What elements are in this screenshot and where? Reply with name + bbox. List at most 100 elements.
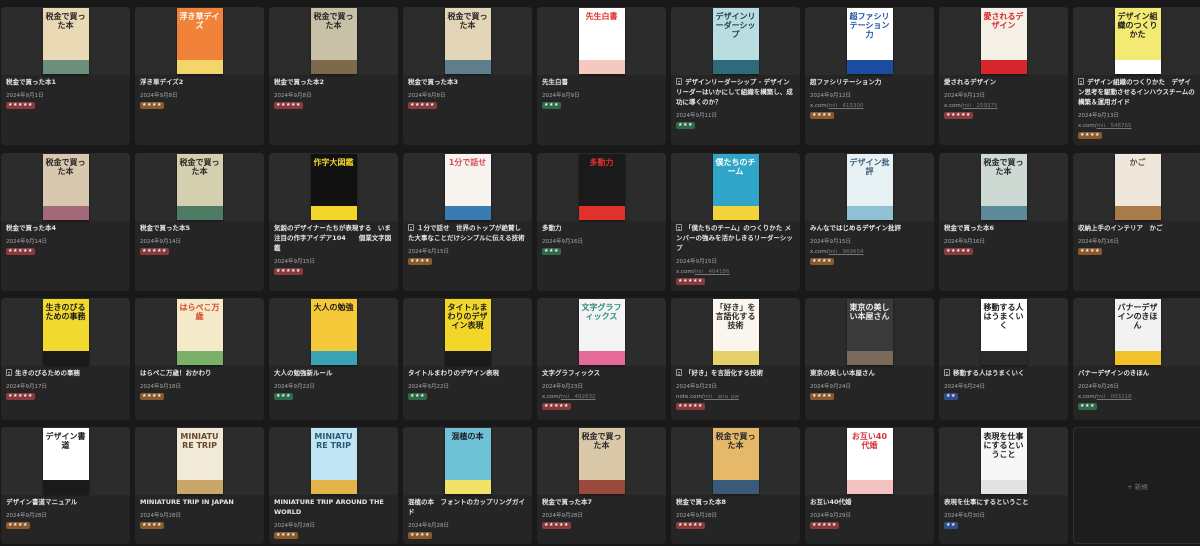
card-title-text: 税金で買った本5 (140, 224, 191, 232)
card-url-domain[interactable]: x.com/ (810, 249, 829, 255)
card-url[interactable]: note.com/mii__aira_pw (676, 393, 739, 401)
card-date: 2024年9月24日 (944, 384, 985, 390)
card-url-user[interactable]: mii__003218 (1097, 394, 1132, 400)
book-card[interactable]: かご 収納上手のインテリア かご 2024年9月16日 ★★★★ (1073, 153, 1200, 291)
book-card[interactable]: 「好き」を言語化する技術 「好き」を言語化する技術 2024年9月23日 note.c… (671, 298, 800, 420)
card-title: 税金で買った本3 (408, 77, 526, 87)
card-url-domain[interactable]: x.com/ (1078, 394, 1097, 400)
card-url-domain[interactable]: x.com/ (1078, 123, 1097, 129)
book-card[interactable]: タイトルまわりのデザイン表現 タイトルまわりのデザイン表現 2024年9月22日 ★★… (403, 298, 532, 420)
cover-area: 東京の美しい本屋さん (805, 298, 934, 366)
book-card[interactable]: はらぺこ万歳 はらぺこ万歳！おかわり 2024年9月18日 ★★★★ (135, 298, 264, 420)
card-url-user[interactable]: mii__aira_pw (704, 394, 739, 400)
book-card[interactable]: 愛されるデザイン 愛されるデザイン 2024年9月13日 x.com/mii__259… (939, 7, 1068, 145)
book-cover: 税金で買った本 (980, 154, 1027, 220)
card-date: 2024年9月17日 (6, 384, 47, 390)
rating-badge: ★★★★★ (542, 403, 571, 410)
book-card[interactable]: 税金で買った本 税金で買った本7 2024年9月28日 ★★★★★ (537, 427, 666, 544)
card-url-domain[interactable]: x.com/ (542, 394, 561, 400)
card-url-user[interactable]: mii__548765 (1097, 123, 1132, 129)
card-title-text: 「好き」を言語化する技術 (685, 369, 763, 377)
card-url-domain[interactable]: note.com/ (676, 394, 704, 400)
card-url-domain[interactable]: x.com/ (810, 103, 829, 109)
book-card[interactable]: 税金で買った本 税金で買った本8 2024年9月28日 ★★★★★ (671, 427, 800, 544)
book-card[interactable]: 多動力 多動力 2024年9月16日 ★★★ (537, 153, 666, 291)
card-date: 2024年9月16日 (944, 239, 985, 245)
book-card[interactable]: 税金で買った本 税金で買った本2 2024年9月8日 ★★★★★ (269, 7, 398, 145)
cover-area: デザイン批評 (805, 153, 934, 221)
book-card[interactable]: 生きのびるための事務 生きのびるための事務 2024年9月17日 ★★★★★ (1, 298, 130, 420)
book-card[interactable]: 税金で買った本 税金で買った本1 2024年9月1日 ★★★★★ (1, 7, 130, 145)
book-card[interactable]: バナーデザインのきほん バナーデザインのきほん 2024年9月26日 x.com/mi… (1073, 298, 1200, 420)
new-page-button[interactable]: + 新規 (1073, 427, 1200, 544)
card-title: １分で話せ 世界のトップが絶賛した大事なことだけシンプルに伝える技術 (408, 223, 526, 243)
card-url-user[interactable]: mii__404186 (695, 269, 730, 275)
book-card[interactable]: 超ファシリテーション力 超ファシリテーション力 2024年9月12日 x.com/mi… (805, 7, 934, 145)
book-card[interactable]: 混植の本 混植の本 フォントのカップリングガイド 2024年9月28日 ★★★★ (403, 427, 532, 544)
book-card[interactable]: 税金で買った本 税金で買った本3 2024年9月8日 ★★★★★ (403, 7, 532, 145)
card-title-text: デザインリーダーシップ - デザインリーダーはいかにして組織を構築し、成功に導く… (676, 78, 793, 106)
book-cover-band (712, 480, 759, 494)
card-title: MINIATURE TRIP AROUND THE WORLD (274, 497, 392, 517)
book-card[interactable]: 作字大図鑑 気鋭のデザイナーたちが表現する いま注目の作字アイデア104 個業文字… (269, 153, 398, 291)
book-card[interactable]: 税金で買った本 税金で買った本6 2024年9月16日 ★★★★★ (939, 153, 1068, 291)
book-card[interactable]: デザイン書道 デザイン書道マニュアル 2024年9月28日 ★★★★ (1, 427, 130, 544)
card-url[interactable]: x.com/mii__969654 (810, 248, 864, 256)
card-date: 2024年9月15日 (810, 239, 851, 245)
rating-badge: ★★★★★ (944, 248, 973, 255)
book-card[interactable]: 表現を仕事にするということ 表現を仕事にするということ 2024年9月30日 ★★ (939, 427, 1068, 544)
book-card[interactable]: 浮き草デイズ 浮き車デイズ2 2024年9月8日 ★★★★ (135, 7, 264, 145)
card-title-text: 多動力 (542, 224, 562, 232)
book-card[interactable]: 税金で買った本 税金で買った本5 2024年9月14日 ★★★★★ (135, 153, 264, 291)
book-cover-band (42, 480, 89, 494)
card-date: 2024年9月15日 (676, 259, 717, 265)
book-card[interactable]: MINIATURE TRIP MINIATURE TRIP AROUND THE … (269, 427, 398, 544)
card-title-text: 税金で買った本4 (6, 224, 57, 232)
card-title-text: 税金で買った本7 (542, 498, 593, 506)
card-url[interactable]: x.com/mii__548765 (1078, 122, 1132, 130)
book-cover: デザイン批評 (846, 154, 893, 220)
card-url-domain[interactable]: x.com/ (944, 103, 963, 109)
card-url[interactable]: x.com/mii__415300 (810, 102, 864, 110)
card-url[interactable]: x.com/mii__492632 (542, 393, 596, 401)
book-cover-band (310, 480, 357, 494)
card-title-text: 東京の美しい本屋さん (810, 369, 875, 377)
book-card[interactable]: 1分で話せ １分で話せ 世界のトップが絶賛した大事なことだけシンプルに伝える技術 2… (403, 153, 532, 291)
book-card[interactable]: お互い40代婚 お互い40代婚 2024年9月29日 ★★★★★ (805, 427, 934, 544)
rating-badge: ★★★★★ (810, 522, 839, 529)
book-card[interactable]: デザイン批評 みんなではじめるデザイン批評 2024年9月15日 x.com/mii_… (805, 153, 934, 291)
card-url[interactable]: x.com/mii__003218 (1078, 393, 1132, 401)
book-cover-title: 税金で買った本 (313, 12, 354, 30)
book-card[interactable]: 税金で買った本 税金で買った本4 2024年9月14日 ★★★★★ (1, 153, 130, 291)
card-title-text: デザイン書道マニュアル (6, 498, 78, 506)
book-card[interactable]: 先生白書 先生白書 2024年9月9日 ★★★ (537, 7, 666, 145)
book-card[interactable]: 文字グラフィックス 文字グラフィックス 2024年9月23日 x.com/mii__4… (537, 298, 666, 420)
card-url-user[interactable]: mii__492632 (561, 394, 596, 400)
book-card[interactable]: MINIATURE TRIP MINIATURE TRIP IN JAPAN 202… (135, 427, 264, 544)
card-date: 2024年9月28日 (140, 513, 181, 519)
book-cover: MINIATURE TRIP (310, 428, 357, 494)
rating-badge: ★★★★ (408, 532, 432, 539)
book-cover-title: 大人の勉強 (313, 303, 354, 312)
book-cover-title: お互い40代婚 (851, 432, 888, 450)
book-cover-title: 僕たちのチーム (715, 158, 756, 176)
cover-area: 税金で買った本 (939, 153, 1068, 221)
book-card[interactable]: デザイン組織のつくりかた デザイン組織のつくりかた デザイン思考を駆動させるインハ… (1073, 7, 1200, 145)
card-url-user[interactable]: mii__259375 (963, 103, 998, 109)
book-cover-band (980, 351, 1027, 365)
book-card[interactable]: デザインリーダーシップ デザインリーダーシップ - デザインリーダーはいかにして組… (671, 7, 800, 145)
card-date: 2024年9月29日 (810, 513, 851, 519)
book-card[interactable]: 東京の美しい本屋さん 東京の美しい本屋さん 2024年9月24日 ★★★★ (805, 298, 934, 420)
card-url-user[interactable]: mii__415300 (829, 103, 864, 109)
book-card[interactable]: 僕たちのチーム 「僕たちのチーム」のつくりかた メンバーの強みを活かしきるリーダー… (671, 153, 800, 291)
card-url[interactable]: x.com/mii__404186 (676, 268, 730, 276)
card-url-user[interactable]: mii__969654 (829, 249, 864, 255)
book-cover: 先生白書 (578, 8, 625, 74)
book-cover-title: MINIATURE TRIP (180, 432, 219, 450)
card-url-domain[interactable]: x.com/ (676, 269, 695, 275)
book-card[interactable]: 移動する人はうまくいく 移動する人はうまくいく 2024年9月24日 ★★ (939, 298, 1068, 420)
card-url[interactable]: x.com/mii__259375 (944, 102, 998, 110)
book-cover-band (712, 206, 759, 220)
book-card[interactable]: 大人の勉強 大人の勉強新ルール 2024年9月22日 ★★★ (269, 298, 398, 420)
rating-badge: ★★★★★ (6, 248, 35, 255)
